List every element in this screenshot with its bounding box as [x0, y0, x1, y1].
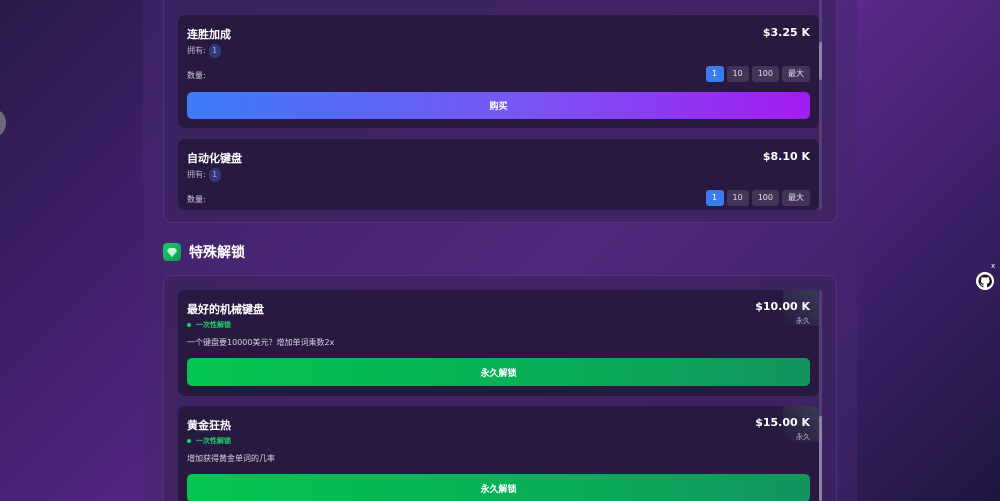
owned-count-badge: 1	[208, 168, 221, 182]
owned-label: 拥有:	[187, 170, 206, 179]
price-note: 永久	[796, 433, 810, 441]
permanent-unlock-button[interactable]: 永久解锁	[187, 358, 810, 386]
owned-row: 拥有: 1	[187, 168, 221, 182]
qty-option-10[interactable]: 10	[726, 66, 749, 82]
upgrade-card-auto-keyboard: 自动化键盘 $8.10 K 拥有: 1 数量: 1 10 100 最大	[178, 139, 819, 210]
qty-option-1[interactable]: 1	[705, 190, 724, 206]
gem-icon	[163, 243, 181, 261]
quantity-selector: 1 10 100 最大	[705, 190, 810, 206]
left-edge-toggle[interactable]	[0, 110, 6, 136]
special-scrollbar[interactable]	[819, 290, 822, 501]
upgrade-price: $8.10 K	[762, 150, 810, 163]
special-price: $10.00 K	[755, 300, 810, 313]
special-description: 增加获得黄金单词的几率	[187, 454, 275, 463]
one-time-tag: 一次性解锁	[187, 436, 231, 446]
owned-label: 拥有:	[187, 46, 206, 55]
special-card-best-keyboard: 最好的机械键盘 $10.00 K 永久 一次性解锁 一个键盘要10000美元？增…	[178, 290, 819, 396]
upgrade-card-streak-bonus: 连胜加成 $3.25 K 拥有: 1 数量: 1 10 100 最大 购买	[178, 15, 819, 128]
buy-button[interactable]: 购买	[187, 92, 810, 119]
special-price: $15.00 K	[755, 416, 810, 429]
upgrade-title: 自动化键盘	[187, 152, 242, 165]
qty-option-max[interactable]: 最大	[782, 66, 810, 82]
qty-option-100[interactable]: 100	[751, 66, 779, 82]
one-time-tag: 一次性解锁	[187, 320, 231, 330]
status-dot-icon	[187, 439, 191, 443]
permanent-unlock-button[interactable]: 永久解锁	[187, 474, 810, 501]
special-description: 一个键盘要10000美元？增加单词乘数2x	[187, 338, 335, 347]
special-title: 最好的机械键盘	[187, 303, 264, 316]
upgrade-title: 连胜加成	[187, 28, 231, 41]
qty-option-max[interactable]: 最大	[782, 190, 810, 206]
quantity-label: 数量:	[187, 71, 206, 80]
github-icon[interactable]	[976, 272, 994, 290]
status-dot-icon	[187, 323, 191, 327]
special-card-gold-rush: 黄金狂热 $15.00 K 永久 一次性解锁 增加获得黄金单词的几率 永久解锁	[178, 406, 819, 501]
qty-option-10[interactable]: 10	[726, 190, 749, 206]
qty-option-100[interactable]: 100	[751, 190, 779, 206]
quantity-selector: 1 10 100 最大	[705, 66, 810, 82]
upgrade-price: $3.25 K	[762, 26, 810, 39]
quantity-label: 数量:	[187, 195, 206, 204]
qty-option-1[interactable]: 1	[705, 66, 724, 82]
owned-row: 拥有: 1	[187, 44, 221, 58]
owned-count-badge: 1	[208, 44, 221, 58]
section-title: 特殊解锁	[189, 245, 245, 261]
special-unlocks-header: 特殊解锁	[163, 242, 245, 262]
special-scrollbar-thumb[interactable]	[819, 416, 822, 501]
price-note: 永久	[796, 317, 810, 325]
special-title: 黄金狂热	[187, 419, 231, 432]
close-icon[interactable]: x	[991, 262, 995, 270]
upgrades-scrollbar[interactable]	[819, 0, 822, 210]
upgrades-scrollbar-thumb[interactable]	[819, 42, 822, 80]
